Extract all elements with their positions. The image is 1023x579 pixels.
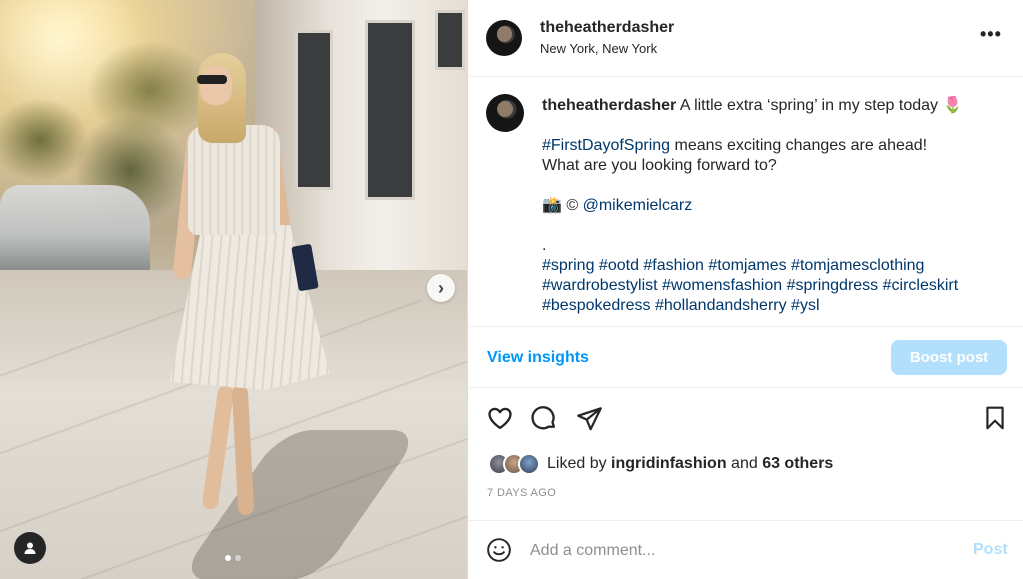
post-photo[interactable]: › bbox=[0, 0, 467, 579]
likes-summary[interactable]: Liked by ingridinfashion and 63 others bbox=[488, 451, 833, 477]
mention-link[interactable]: @mikemielcarz bbox=[583, 197, 693, 214]
carousel-indicator bbox=[225, 555, 241, 561]
sunglasses bbox=[197, 75, 227, 84]
view-insights-link[interactable]: View insights bbox=[487, 349, 589, 367]
post-date[interactable]: 7 DAYS AGO bbox=[487, 487, 556, 499]
author-username[interactable]: theheatherdasher bbox=[540, 19, 674, 37]
like-button[interactable] bbox=[485, 403, 515, 433]
post-header: theheatherdasher New York, New York ••• bbox=[468, 0, 1023, 77]
leg bbox=[231, 384, 255, 516]
more-icon[interactable]: ••• bbox=[980, 24, 1002, 45]
caption-text: What are you looking forward to? bbox=[542, 157, 777, 174]
likes-text: Liked by ingridinfashion and 63 others bbox=[547, 455, 833, 473]
post-sidebar: theheatherdasher New York, New York ••• … bbox=[467, 0, 1023, 579]
save-button[interactable] bbox=[980, 403, 1010, 433]
liker-username[interactable]: ingridinfashion bbox=[611, 455, 727, 472]
woman-figure bbox=[170, 45, 340, 545]
likes-others-count[interactable]: 63 others bbox=[762, 455, 833, 472]
carousel-dot bbox=[235, 555, 241, 561]
avatar[interactable] bbox=[486, 20, 522, 56]
insights-bar: View insights Boost post bbox=[468, 326, 1023, 388]
action-bar bbox=[468, 400, 1023, 440]
photo-credit-label: 📸 © bbox=[542, 197, 579, 214]
bookmark-icon bbox=[986, 406, 1004, 430]
leg bbox=[201, 384, 235, 511]
caption-dot: . bbox=[542, 237, 547, 254]
boost-post-button[interactable]: Boost post bbox=[891, 340, 1007, 375]
face bbox=[200, 65, 232, 105]
carousel-next-button[interactable]: › bbox=[427, 274, 455, 302]
caption-body: theheatherdasher A little extra ‘spring’… bbox=[542, 96, 1002, 316]
comment-box: Post bbox=[468, 520, 1023, 579]
share-icon bbox=[576, 406, 602, 430]
hashtag-line[interactable]: #spring #ootd #fashion #tomjames #tomjam… bbox=[542, 256, 1002, 276]
comment-input[interactable] bbox=[530, 539, 930, 563]
chevron-right-icon: › bbox=[438, 277, 444, 298]
comment-icon bbox=[531, 406, 556, 430]
likes-middle: and bbox=[726, 455, 763, 472]
hashtag-link[interactable]: #FirstDayofSpring bbox=[542, 137, 670, 154]
liker-avatar bbox=[518, 453, 540, 475]
caption-text: A little extra ‘spring’ in my step today… bbox=[679, 97, 963, 114]
building-window bbox=[365, 20, 415, 200]
likes-prefix: Liked by bbox=[547, 455, 612, 472]
carousel-dot bbox=[225, 555, 231, 561]
emoji-icon bbox=[487, 538, 511, 562]
caption-username[interactable]: theheatherdasher bbox=[542, 97, 676, 114]
caption-text: means exciting changes are ahead! bbox=[670, 137, 928, 154]
hashtag-line[interactable]: #wardrobestylist #womensfashion #springd… bbox=[542, 276, 1002, 296]
emoji-button[interactable] bbox=[486, 537, 512, 568]
avatar[interactable] bbox=[486, 94, 524, 132]
heart-icon bbox=[488, 407, 512, 430]
post-location[interactable]: New York, New York bbox=[540, 41, 657, 56]
building-window bbox=[435, 10, 465, 70]
caption: theheatherdasher A little extra ‘spring’… bbox=[468, 78, 1023, 326]
share-button[interactable] bbox=[574, 403, 604, 433]
tag-user-icon bbox=[24, 542, 36, 554]
hashtag-line[interactable]: #bespokedress #hollandandsherry #ysl bbox=[542, 296, 1002, 316]
post-comment-button[interactable]: Post bbox=[973, 541, 1008, 559]
comment-button[interactable] bbox=[529, 403, 559, 433]
tagged-users-button[interactable] bbox=[14, 532, 46, 564]
